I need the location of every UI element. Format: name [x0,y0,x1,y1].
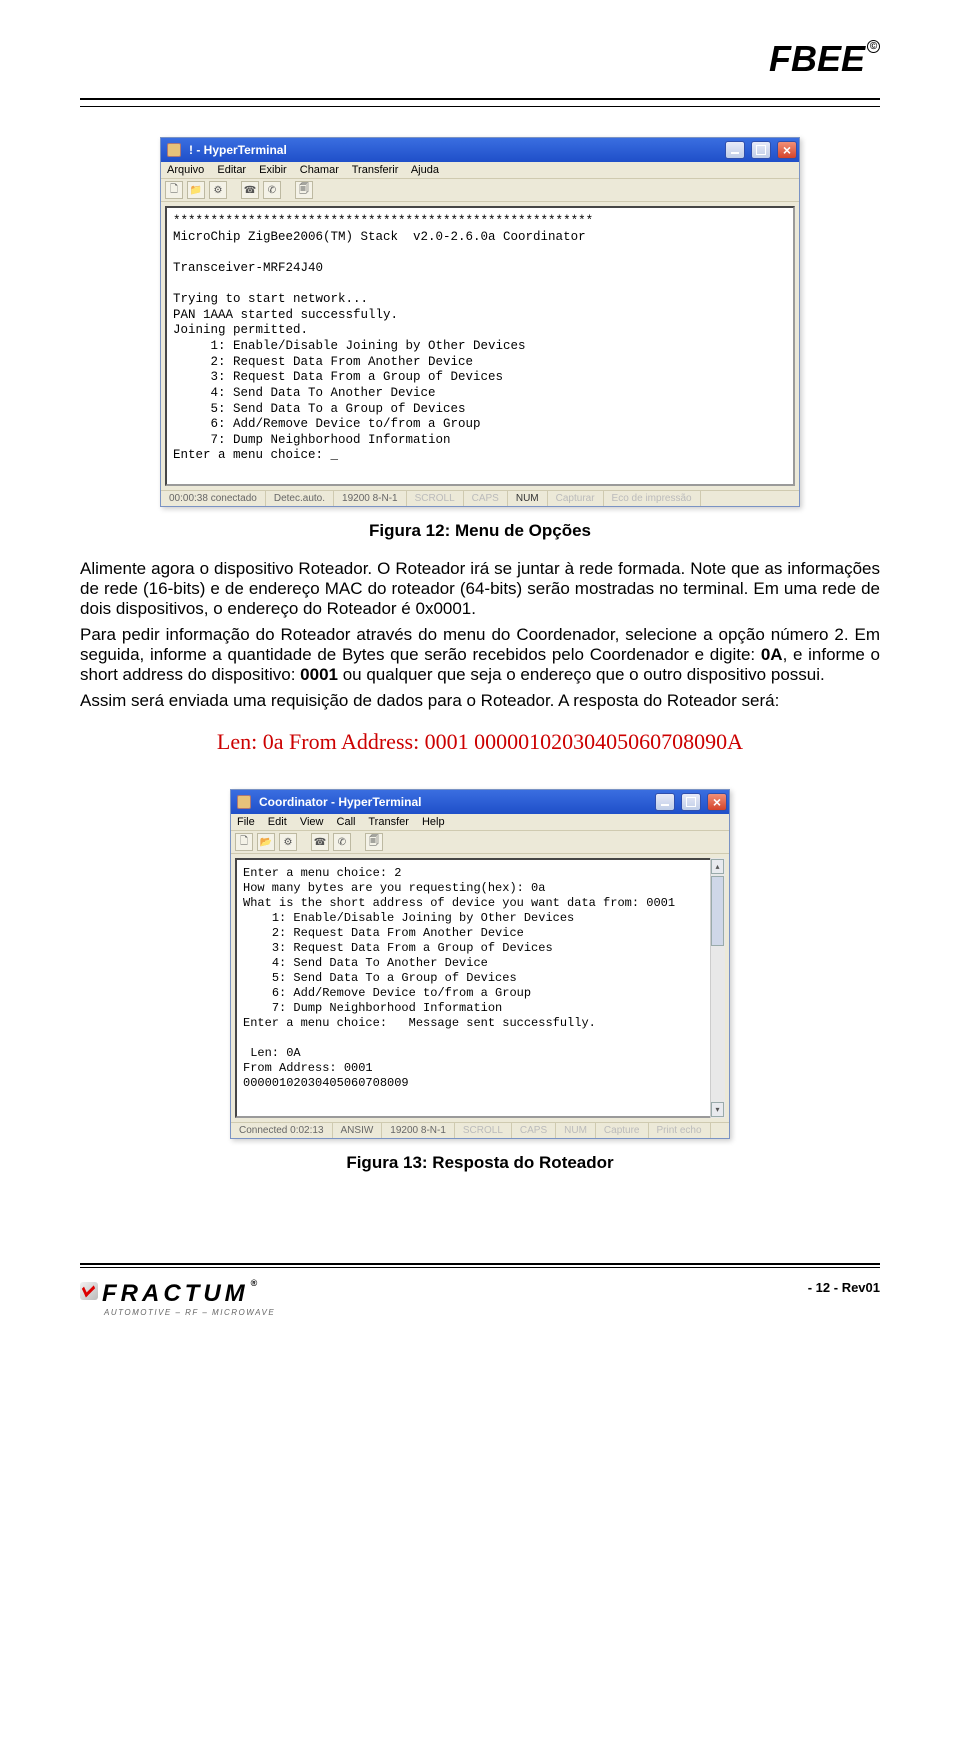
page-header: FBEE © [80,38,880,98]
footer-brand-text: FRACTUM [102,1280,249,1308]
toolbar-open-icon[interactable]: 📁 [187,181,205,199]
toolbar-send-icon[interactable]: 🗐 [295,181,313,199]
status-caps: CAPS [464,491,508,506]
scrollbar[interactable]: ▴ ▾ [710,858,725,1118]
maximize-button[interactable] [681,793,701,811]
toolbar: 🗋 📂 ⚙ ☎ ✆ 🗐 [231,831,729,854]
footer-brand-logo: FRACTUM ® AUTOMOTIVE – RF – MICROWAVE [80,1280,275,1317]
top-rule [80,98,880,100]
menu-item[interactable]: View [300,816,324,828]
statusbar: 00:00:38 conectado Detec.auto. 19200 8-N… [161,490,799,506]
menubar[interactable]: Arquivo Editar Exibir Chamar Transferir … [161,162,799,179]
hyperterminal-window-1: ! - HyperTerminal Arquivo Editar Exibir … [160,137,800,507]
status-scroll: SCROLL [455,1123,512,1138]
toolbar-hangup-icon[interactable]: ✆ [263,181,281,199]
toolbar-new-icon[interactable]: 🗋 [235,833,253,851]
menu-item[interactable]: File [237,816,255,828]
brand-logo-top: FBEE © [769,38,880,80]
menubar[interactable]: File Edit View Call Transfer Help [231,814,729,831]
status-echo: Eco de impressão [604,491,701,506]
top-rule-thin [80,106,880,107]
bold-text: 0A [761,645,783,664]
terminal-output[interactable]: ****************************************… [165,206,795,486]
close-button[interactable] [777,141,797,159]
status-num: NUM [508,491,548,506]
status-time: 00:00:38 conectado [161,491,266,506]
status-scroll: SCROLL [407,491,464,506]
figure-caption-12: Figura 12: Menu de Opções [80,521,880,541]
page-number: - 12 - Rev01 [808,1280,880,1295]
menu-item[interactable]: Editar [217,164,246,176]
app-icon [237,795,251,809]
status-capture: Capturar [548,491,604,506]
menu-item[interactable]: Ajuda [411,164,439,176]
close-button[interactable] [707,793,727,811]
status-baud: 19200 8-N-1 [334,491,407,506]
menu-item[interactable]: Transfer [368,816,409,828]
titlebar: Coordinator - HyperTerminal [231,790,729,814]
body-paragraph: Alimente agora o dispositivo Roteador. O… [80,559,880,619]
copyright-icon: © [867,40,880,53]
status-caps: CAPS [512,1123,556,1138]
titlebar: ! - HyperTerminal [161,138,799,162]
status-capture: Capture [596,1123,649,1138]
menu-item[interactable]: Edit [268,816,287,828]
bold-text: 0001 [300,665,338,684]
registered-icon: ® [251,1278,262,1288]
terminal-output[interactable]: Enter a menu choice: 2 How many bytes ar… [235,858,725,1118]
minimize-button[interactable] [725,141,745,159]
menu-item[interactable]: Arquivo [167,164,204,176]
app-icon [167,143,181,157]
response-line: Len: 0a From Address: 0001 0000010203040… [80,729,880,755]
toolbar-send-icon[interactable]: 🗐 [365,833,383,851]
toolbar-call-icon[interactable]: ☎ [241,181,259,199]
hyperterminal-window-2: Coordinator - HyperTerminal File Edit Vi… [230,789,730,1139]
menu-item[interactable]: Chamar [300,164,339,176]
status-echo: Print echo [649,1123,711,1138]
menu-item[interactable]: Transferir [352,164,399,176]
body-paragraph: Para pedir informação do Roteador atravé… [80,625,880,685]
status-baud: 19200 8-N-1 [382,1123,455,1138]
status-detect: ANSIW [333,1123,383,1138]
scroll-down-icon[interactable]: ▾ [711,1102,724,1117]
menu-item[interactable]: Help [422,816,445,828]
minimize-button[interactable] [655,793,675,811]
scroll-thumb[interactable] [711,876,724,946]
toolbar-call-icon[interactable]: ☎ [311,833,329,851]
window-title: ! - HyperTerminal [189,143,287,157]
toolbar-open-icon[interactable]: 📂 [257,833,275,851]
toolbar-new-icon[interactable]: 🗋 [165,181,183,199]
scroll-up-icon[interactable]: ▴ [711,859,724,874]
brand-text: FBEE [769,38,865,80]
text: ou qualquer que seja o endereço que o ou… [338,665,825,684]
figure-caption-13: Figura 13: Resposta do Roteador [80,1153,880,1173]
status-time: Connected 0:02:13 [231,1123,333,1138]
status-detect: Detec.auto. [266,491,334,506]
toolbar-hangup-icon[interactable]: ✆ [333,833,351,851]
menu-item[interactable]: Call [337,816,356,828]
maximize-button[interactable] [751,141,771,159]
window-title: Coordinator - HyperTerminal [259,795,421,809]
toolbar: 🗋 📁 ⚙ ☎ ✆ 🗐 [161,179,799,202]
logo-mark-icon [80,1282,98,1300]
toolbar-props-icon[interactable]: ⚙ [279,833,297,851]
footer-tagline: AUTOMOTIVE – RF – MICROWAVE [104,1308,275,1317]
page-footer: FRACTUM ® AUTOMOTIVE – RF – MICROWAVE - … [80,1263,880,1317]
body-paragraph: Assim será enviada uma requisição de dad… [80,691,880,711]
statusbar: Connected 0:02:13 ANSIW 19200 8-N-1 SCRO… [231,1122,729,1138]
status-num: NUM [556,1123,596,1138]
toolbar-save-icon[interactable]: ⚙ [209,181,227,199]
menu-item[interactable]: Exibir [259,164,287,176]
